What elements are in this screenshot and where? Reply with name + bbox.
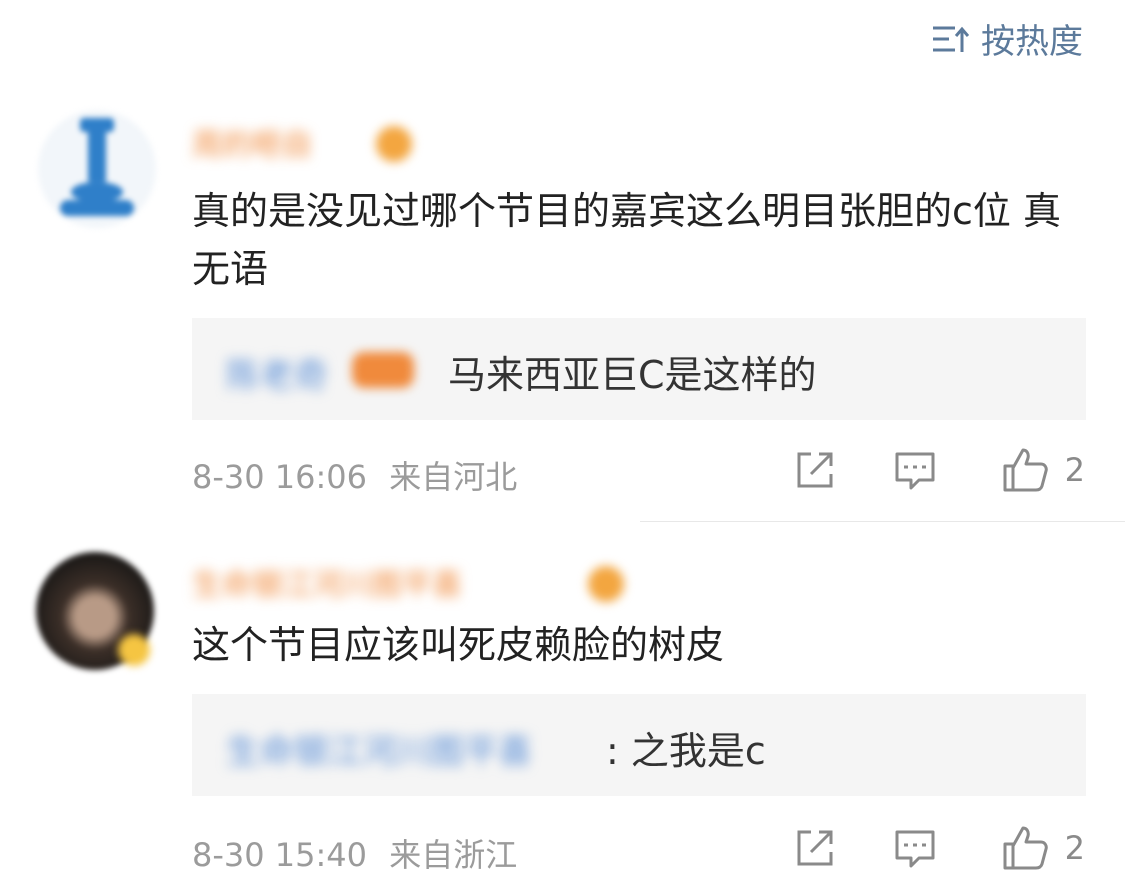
- reply-username[interactable]: 生命银江河川图平喜: [226, 724, 532, 773]
- avatar[interactable]: [38, 110, 156, 228]
- comment-icon: [893, 826, 937, 870]
- like-button[interactable]: 2: [1001, 446, 1085, 494]
- share-button[interactable]: [793, 826, 837, 870]
- divider: [640, 521, 1125, 522]
- thumbs-up-icon: [1001, 446, 1049, 494]
- share-button[interactable]: [793, 448, 837, 492]
- comment-actions: 2: [793, 446, 1085, 494]
- comment-text: 这个节目应该叫死皮赖脸的树皮: [192, 623, 725, 667]
- share-icon: [793, 448, 837, 492]
- comment-text: 真的是没见过哪个节目的嘉宾这么明目张胆的c位 真无语: [192, 189, 1061, 291]
- sort-icon: [931, 24, 969, 54]
- sort-toggle[interactable]: 按热度: [931, 14, 1083, 63]
- like-count: 2: [1064, 829, 1085, 867]
- reply-button[interactable]: [893, 448, 937, 492]
- comment-location: 来自浙江: [389, 836, 518, 874]
- like-count: 2: [1064, 451, 1085, 489]
- comment-icon: [893, 448, 937, 492]
- reply-button[interactable]: [893, 826, 937, 870]
- reply-preview[interactable]: 生命银江河川图平喜 : 之我是c: [192, 694, 1086, 796]
- verified-badge: [376, 126, 412, 162]
- reply-text: 马来西亚巨C是这样的: [448, 353, 817, 397]
- avatar-badge-icon: [118, 634, 150, 666]
- share-icon: [793, 826, 837, 870]
- comment-location: 来自河北: [389, 458, 518, 496]
- verified-badge: [588, 566, 624, 602]
- comment-time: 8-30 15:40: [192, 836, 368, 874]
- thumbs-up-icon: [1001, 824, 1049, 872]
- like-button[interactable]: 2: [1001, 824, 1085, 872]
- username[interactable]: 生命银江河川图平喜: [192, 560, 462, 604]
- reply-username[interactable]: 陈老奇: [226, 348, 328, 397]
- user-badge-icon: [352, 352, 414, 388]
- sort-label: 按热度: [981, 22, 1083, 62]
- comment-actions: 2: [793, 824, 1085, 872]
- reply-preview[interactable]: 陈老奇 马来西亚巨C是这样的: [192, 318, 1086, 420]
- comment-meta: 8-30 15:40 来自浙江: [192, 830, 517, 876]
- comment-meta: 8-30 16:06 来自河北: [192, 452, 517, 498]
- comment-time: 8-30 16:06: [192, 458, 368, 496]
- username[interactable]: 周的咂自: [192, 120, 312, 164]
- reply-text: : 之我是c: [606, 729, 766, 773]
